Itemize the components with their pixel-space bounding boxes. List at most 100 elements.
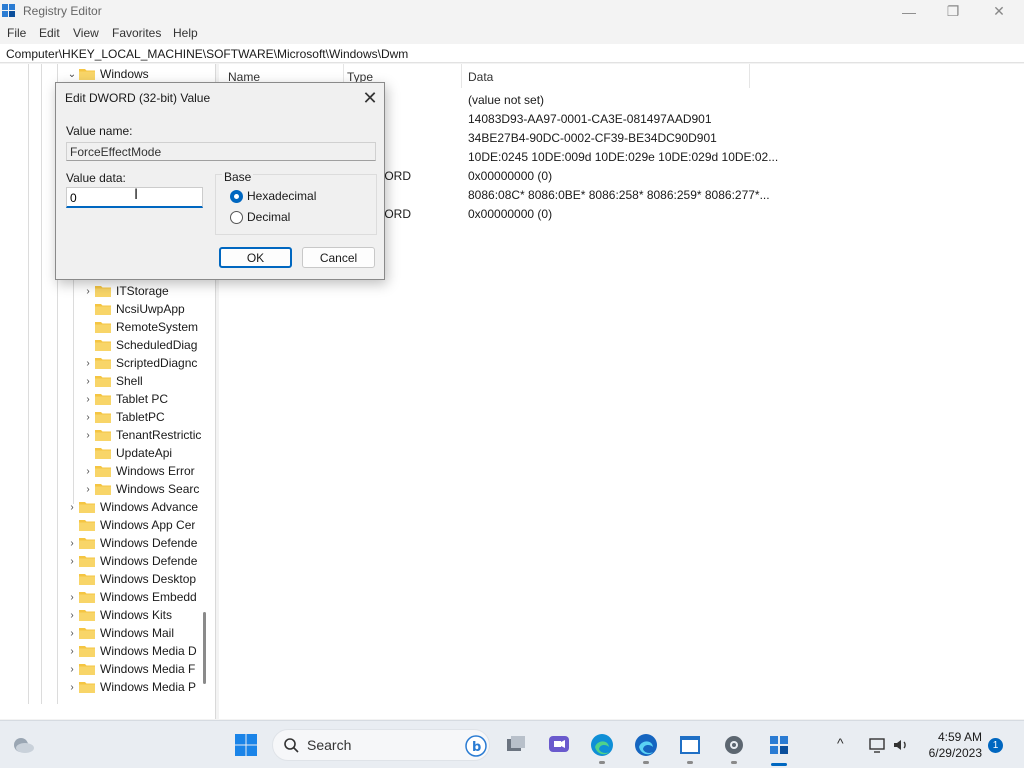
chevron-right-icon[interactable]: › xyxy=(81,462,95,480)
network-icon[interactable] xyxy=(864,732,890,758)
chevron-down-icon[interactable]: ⌄ xyxy=(65,65,79,83)
tree-item[interactable]: Windows App Cer xyxy=(65,516,206,534)
tree-item[interactable]: › ScriptedDiagnc xyxy=(81,354,206,372)
dialog-close-button[interactable]: ✕ xyxy=(358,87,382,109)
tree-item[interactable]: › Tablet PC xyxy=(81,390,206,408)
tree-item[interactable]: Windows Desktop xyxy=(65,570,206,588)
chevron-right-icon[interactable]: › xyxy=(65,678,79,696)
notepad-icon[interactable] xyxy=(677,732,703,758)
menu-file[interactable]: File xyxy=(7,26,26,40)
radio-decimal[interactable]: Decimal xyxy=(230,210,290,224)
tree-item[interactable]: › TabletPC xyxy=(81,408,206,426)
radio-unselected-icon[interactable] xyxy=(230,210,243,224)
tree-item[interactable]: › Windows Kits xyxy=(65,606,206,624)
tree-guide-line xyxy=(41,64,42,704)
chevron-right-icon[interactable]: › xyxy=(81,426,95,444)
taskbar-clock[interactable]: 4:59 AM 6/29/2023 xyxy=(922,729,982,761)
chevron-right-icon[interactable]: › xyxy=(65,534,79,552)
tree-item[interactable]: ScheduledDiag xyxy=(81,336,206,354)
tree-item[interactable]: › Shell xyxy=(81,372,206,390)
close-window-button[interactable]: ✕ xyxy=(976,0,1022,23)
edge-beta-icon[interactable] xyxy=(633,732,659,758)
chevron-right-icon[interactable]: › xyxy=(65,642,79,660)
notification-badge[interactable]: 1 xyxy=(988,738,1003,753)
tree-item[interactable]: UpdateApi xyxy=(81,444,206,462)
value-data-cell[interactable]: 0x00000000 (0) xyxy=(468,207,552,221)
tree-item[interactable]: › Windows Searc xyxy=(81,480,206,498)
chevron-right-icon[interactable]: › xyxy=(81,282,95,300)
settings-icon[interactable] xyxy=(721,732,747,758)
folder-icon xyxy=(95,303,111,315)
chevron-right-icon[interactable]: › xyxy=(65,588,79,606)
tree-item[interactable]: NcsiUwpApp xyxy=(81,300,206,318)
value-data-cell[interactable]: 0x00000000 (0) xyxy=(468,169,552,183)
tree-item[interactable]: › Windows Media P xyxy=(65,678,206,696)
value-data-cell[interactable]: 10DE:0245 10DE:009d 10DE:029e 10DE:029d … xyxy=(468,150,778,164)
chevron-right-icon[interactable]: › xyxy=(81,408,95,426)
tree-item-windows[interactable]: ⌄ Windows xyxy=(65,65,149,83)
radio-selected-icon[interactable] xyxy=(230,189,243,203)
radio-hexadecimal-label: Hexadecimal xyxy=(247,189,317,203)
column-divider[interactable] xyxy=(749,64,750,88)
volume-icon[interactable] xyxy=(888,732,914,758)
address-path[interactable]: Computer\HKEY_LOCAL_MACHINE\SOFTWARE\Mic… xyxy=(6,47,408,61)
chat-icon[interactable] xyxy=(546,732,572,758)
tree-item[interactable]: › Windows Advance xyxy=(65,498,206,516)
tree-item[interactable]: › TenantRestrictic xyxy=(81,426,206,444)
value-data-cell[interactable]: (value not set) xyxy=(468,93,544,107)
address-bar[interactable]: Computer\HKEY_LOCAL_MACHINE\SOFTWARE\Mic… xyxy=(0,44,1024,63)
tray-chevron-up-icon[interactable]: ^ xyxy=(837,735,844,751)
weather-icon[interactable] xyxy=(10,732,36,758)
running-indicator xyxy=(687,761,693,764)
edge-icon[interactable] xyxy=(589,732,615,758)
tree-vertical-scrollbar[interactable] xyxy=(203,612,206,684)
column-header-data[interactable]: Data xyxy=(468,70,493,84)
value-data-cell[interactable]: 14083D93-AA97-0001-CA3E-081497AAD901 xyxy=(468,112,712,126)
menu-edit[interactable]: Edit xyxy=(39,26,60,40)
minimize-button[interactable]: — xyxy=(886,0,932,23)
tree-item[interactable]: › Windows Embedd xyxy=(65,588,206,606)
task-view-icon[interactable] xyxy=(503,732,529,758)
maximize-button[interactable]: ❐ xyxy=(930,0,976,23)
column-divider[interactable] xyxy=(461,64,462,88)
menu-favorites[interactable]: Favorites xyxy=(112,26,161,40)
chevron-right-icon[interactable]: › xyxy=(65,498,79,516)
folder-icon xyxy=(79,609,95,621)
tree-item[interactable]: › Windows Defende xyxy=(65,534,206,552)
regedit-icon[interactable] xyxy=(766,732,792,758)
start-icon[interactable] xyxy=(233,732,259,758)
tree-item-label: Windows Kits xyxy=(100,608,173,622)
tree-item[interactable]: › Windows Media D xyxy=(65,642,206,660)
menu-view[interactable]: View xyxy=(73,26,99,40)
chevron-right-icon[interactable]: › xyxy=(81,354,95,372)
tree-item[interactable]: RemoteSystem xyxy=(81,318,206,336)
chevron-right-icon[interactable]: › xyxy=(65,606,79,624)
tree-item[interactable]: › Windows Media F xyxy=(65,660,206,678)
menu-help[interactable]: Help xyxy=(173,26,198,40)
tree-item[interactable]: › Windows Mail xyxy=(65,624,206,642)
cancel-button[interactable]: Cancel xyxy=(302,247,375,268)
folder-icon xyxy=(95,483,111,495)
clock-time: 4:59 AM xyxy=(937,730,982,744)
chevron-right-icon[interactable]: › xyxy=(65,660,79,678)
value-data-cell[interactable]: 8086:08C* 8086:0BE* 8086:258* 8086:259* … xyxy=(468,188,770,202)
tree-item[interactable]: › Windows Defende xyxy=(65,552,206,570)
ok-button[interactable]: OK xyxy=(219,247,292,268)
chevron-right-icon[interactable]: › xyxy=(65,552,79,570)
bing-icon[interactable]: b xyxy=(465,735,487,757)
value-data-cell[interactable]: 34BE27B4-90DC-0002-CF39-BE34DC90D901 xyxy=(468,131,717,145)
tree-item-label: Windows Defende xyxy=(100,554,198,568)
radio-hexadecimal[interactable]: Hexadecimal xyxy=(230,189,316,203)
tree-item[interactable]: › ITStorage xyxy=(81,282,206,300)
tree-item[interactable]: › Windows Error xyxy=(81,462,206,480)
chevron-right-icon[interactable]: › xyxy=(81,372,95,390)
chevron-right-icon[interactable]: › xyxy=(65,624,79,642)
chevron-right-icon[interactable]: › xyxy=(81,390,95,408)
tree-item-label: Shell xyxy=(116,374,143,388)
tree-item-label: UpdateApi xyxy=(116,446,173,460)
text-cursor-icon: I xyxy=(134,187,139,203)
taskbar-search[interactable]: Search b xyxy=(272,729,490,761)
chevron-right-icon[interactable]: › xyxy=(81,480,95,498)
